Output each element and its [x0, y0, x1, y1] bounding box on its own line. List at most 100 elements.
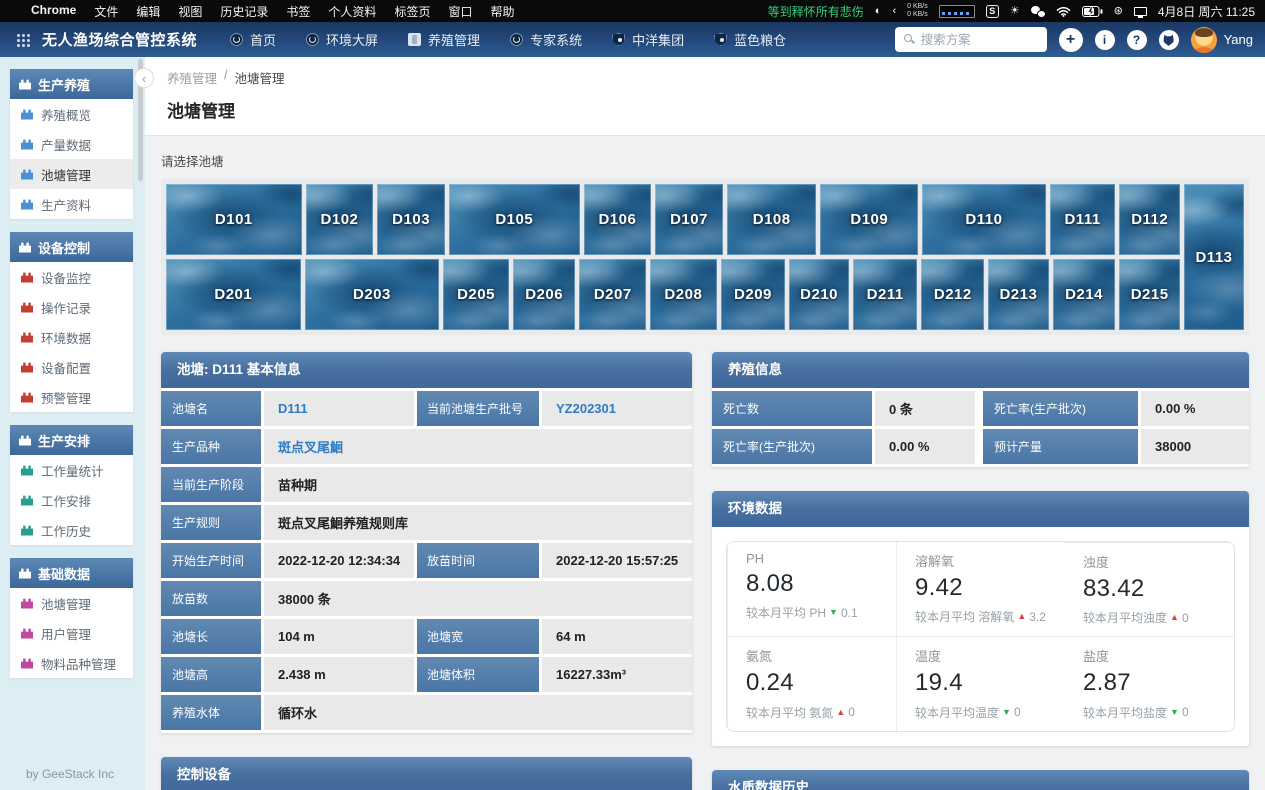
mac-menu-item[interactable]: 文件	[85, 3, 127, 20]
pond-tile[interactable]: D112	[1119, 184, 1180, 255]
pond-tile[interactable]: D215	[1119, 259, 1180, 330]
search-input[interactable]	[895, 27, 1047, 52]
sidebar-group-production[interactable]: 生产养殖	[10, 69, 133, 99]
pond-tile[interactable]: D209	[721, 259, 786, 330]
pond-tile[interactable]: D103	[377, 184, 445, 255]
building-icon	[21, 362, 33, 373]
brightness-icon[interactable]: ☀	[1010, 6, 1020, 17]
nav-item[interactable]: 中洋集团	[597, 22, 699, 57]
sidebar-item[interactable]: 池塘管理	[10, 588, 133, 618]
row-value[interactable]: 斑点叉尾鮰	[264, 429, 692, 464]
pond-tile[interactable]: D213	[988, 259, 1049, 330]
pond-tile[interactable]: D109	[820, 184, 918, 255]
row-value: 0 条	[875, 391, 975, 426]
pond-tile[interactable]: D211	[853, 259, 918, 330]
sidebar-item[interactable]: 工作量统计	[10, 455, 133, 485]
add-button[interactable]: +	[1059, 28, 1083, 52]
user-menu[interactable]: Yang	[1191, 27, 1253, 53]
pond-tile[interactable]: D207	[579, 259, 646, 330]
sidebar-item[interactable]: 物料品种管理	[10, 648, 133, 678]
env-stat-delta: 较本月平均 PH ▼ 0.1	[746, 604, 878, 621]
sidebar-item[interactable]: 产量数据	[10, 129, 133, 159]
wifi-icon[interactable]	[1056, 6, 1071, 17]
nav-item[interactable]: 首页	[215, 22, 291, 57]
nav-item[interactable]: 专家系统	[495, 22, 597, 57]
mac-menu-item[interactable]: 个人资料	[319, 3, 385, 20]
mac-menu-item[interactable]: 书签	[277, 3, 319, 20]
sidebar-group-base-data[interactable]: 基础数据	[10, 558, 133, 588]
trend-arrow-icon: ▼	[829, 608, 838, 617]
sidebar-group-schedule[interactable]: 生产安排	[10, 425, 133, 455]
row-label: 养殖水体	[161, 695, 261, 730]
building-icon	[19, 242, 31, 253]
pond-tile[interactable]: D111	[1050, 184, 1116, 255]
building-icon	[21, 169, 33, 180]
media-icon[interactable]: ◐	[875, 6, 882, 17]
sidebar-item[interactable]: 环境数据	[10, 322, 133, 352]
github-icon[interactable]	[1159, 30, 1179, 50]
shield-icon	[714, 33, 727, 46]
pond-tile[interactable]: D108	[727, 184, 817, 255]
wechat-icon[interactable]	[1031, 6, 1045, 17]
sidebar-item[interactable]: 用户管理	[10, 618, 133, 648]
building-icon	[21, 465, 33, 476]
pond-tile[interactable]: D208	[650, 259, 717, 330]
nav-item[interactable]: 养殖管理	[393, 22, 495, 57]
pond-tile[interactable]: D107	[655, 184, 723, 255]
help-button[interactable]: ?	[1127, 30, 1147, 50]
pond-tile[interactable]: D201	[166, 259, 301, 330]
battery-icon[interactable]	[1082, 6, 1103, 17]
pond-tile[interactable]: D206	[513, 259, 576, 330]
pond-tile-label: D206	[525, 286, 563, 303]
sidebar-item[interactable]: 工作安排	[10, 485, 133, 515]
mac-menu-item[interactable]: 窗口	[439, 3, 481, 20]
input-source-icon[interactable]: ⊛	[1114, 6, 1123, 17]
mac-menu-item[interactable]: 帮助	[481, 3, 523, 20]
apps-grid-icon[interactable]	[16, 33, 30, 47]
s-app-icon[interactable]: S	[986, 5, 999, 18]
mac-menu-item[interactable]: 标签页	[385, 3, 439, 20]
mac-menu-item[interactable]: Chrome	[22, 3, 85, 20]
back-chevron-icon[interactable]: ‹	[892, 6, 896, 17]
breadcrumb-root[interactable]: 养殖管理	[167, 68, 217, 87]
row-value[interactable]: D111	[264, 391, 414, 426]
pond-tile[interactable]: D101	[166, 184, 302, 255]
sidebar-item[interactable]: 养殖概览	[10, 99, 133, 129]
pond-tile[interactable]: D106	[584, 184, 652, 255]
nav-item[interactable]: 蓝色粮仓	[699, 22, 801, 57]
pond-tile[interactable]: D203	[305, 259, 440, 330]
sidebar-item[interactable]: 预警管理	[10, 382, 133, 412]
env-stat-delta: 较本月平均盐度 ▼ 0	[1083, 704, 1216, 721]
network-graph-icon[interactable]	[939, 5, 975, 18]
pond-tile[interactable]: D110	[922, 184, 1046, 255]
mac-menu-item[interactable]: 视图	[169, 3, 211, 20]
menu-bar-clock[interactable]: 4月8日 周六 11:25	[1158, 3, 1255, 20]
pond-tile-label: D210	[800, 286, 838, 303]
mac-menu-item[interactable]: 历史记录	[211, 3, 277, 20]
sidebar-group-device[interactable]: 设备控制	[10, 232, 133, 262]
pond-tile[interactable]: D205	[443, 259, 509, 330]
row-value: 64 m	[542, 619, 692, 654]
row-value: 斑点叉尾鮰养殖规则库	[264, 505, 692, 540]
nav-item[interactable]: 环境大屏	[291, 22, 393, 57]
sidebar-item[interactable]: 生产资料	[10, 189, 133, 219]
sidebar-collapse-button[interactable]: ‹	[134, 68, 154, 88]
pond-tile[interactable]: D210	[789, 259, 849, 330]
row-value[interactable]: YZ202301	[542, 391, 692, 426]
sidebar-item[interactable]: 设备配置	[10, 352, 133, 382]
row-value: 0.00 %	[875, 429, 975, 464]
sidebar-item[interactable]: 操作记录	[10, 292, 133, 322]
pond-tile[interactable]: D113	[1184, 184, 1244, 330]
display-icon[interactable]	[1134, 7, 1147, 16]
sidebar-footer: by GeeStack Inc	[0, 767, 140, 781]
page-title: 池塘管理	[167, 97, 1243, 122]
pond-tile[interactable]: D212	[921, 259, 984, 330]
mac-menu-item[interactable]: 编辑	[127, 3, 169, 20]
info-button[interactable]: i	[1095, 30, 1115, 50]
pond-tile[interactable]: D105	[449, 184, 580, 255]
sidebar-item[interactable]: 设备监控	[10, 262, 133, 292]
sidebar-item[interactable]: 池塘管理	[10, 159, 133, 189]
pond-tile[interactable]: D214	[1053, 259, 1116, 330]
sidebar-item[interactable]: 工作历史	[10, 515, 133, 545]
pond-tile[interactable]: D102	[306, 184, 374, 255]
